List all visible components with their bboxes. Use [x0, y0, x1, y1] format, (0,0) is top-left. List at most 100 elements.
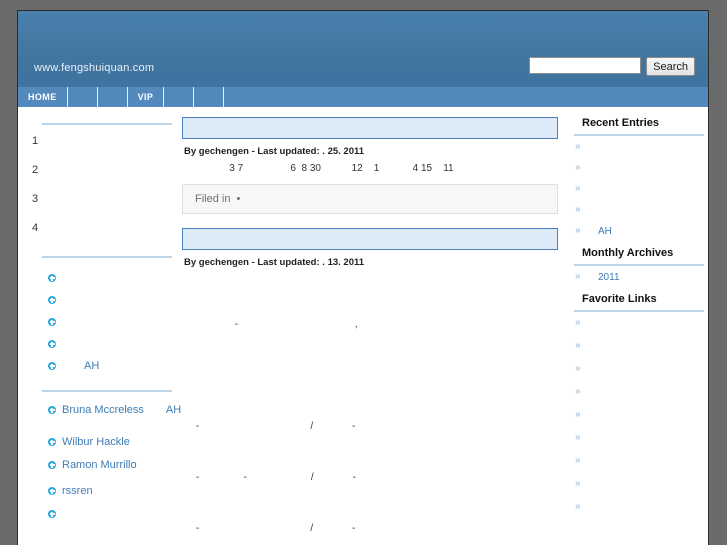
left-divider-2 [42, 256, 172, 258]
site-header: www.fengshuiquan.com Search [18, 11, 708, 87]
favorite-link-item-1[interactable]: » [574, 318, 698, 329]
left-numbered-item-1[interactable]: 1 [32, 135, 168, 147]
post-2-body: - , - / - - - / - - / - [182, 282, 558, 545]
favorite-links-list: » » » » » » » » » [574, 318, 698, 513]
plus-circle-icon [48, 318, 56, 326]
post-1-date: . 25. 2011 [322, 146, 365, 157]
content-columns: 1 2 3 4 AH Bruna Mccreless AH Wilbur Hac… [18, 107, 708, 545]
left-author-item-3[interactable]: Ramon Murrillo [48, 459, 168, 471]
left-link-list-2: Bruna Mccreless AH Wilbur Hackle Ramon Mu… [32, 404, 181, 471]
left-link-item-4[interactable] [48, 338, 168, 349]
right-sidebar: Recent Entries » » » » » AH Monthly Archi… [568, 107, 708, 545]
chevron-right-icon: » [575, 225, 581, 236]
browser-page-frame: www.fengshuiquan.com Search HOME VIP 1 2… [17, 10, 709, 545]
favorite-link-item-4[interactable]: » [574, 387, 698, 398]
recent-entry-item-2[interactable]: » [574, 163, 698, 174]
favorite-link-item-9[interactable]: » [574, 502, 698, 513]
nav-item-2[interactable] [68, 87, 98, 107]
left-numbered-item-2[interactable]: 2 [32, 164, 168, 176]
recent-entry-item-3[interactable]: » [574, 184, 698, 195]
left-link-label-5: AH [84, 360, 100, 372]
plus-circle-icon [48, 340, 56, 348]
left-sidebar: 1 2 3 4 AH Bruna Mccreless AH Wilbur Hac… [18, 107, 181, 545]
left-link-item-2[interactable] [48, 294, 168, 305]
left-feed-item-2[interactable] [48, 508, 168, 519]
left-numbered-list: 1 2 3 4 [32, 135, 168, 234]
favorite-links-divider [574, 310, 704, 312]
nav-item-vip[interactable]: VIP [128, 87, 165, 107]
favorite-link-item-3[interactable]: » [574, 364, 698, 375]
monthly-archives-list: » 2011 [574, 272, 698, 284]
nav-item-5[interactable] [164, 87, 195, 107]
left-author-item-2[interactable]: Wilbur Hackle [48, 436, 168, 448]
chevron-right-icon: » [575, 478, 581, 489]
chevron-right-icon: » [575, 162, 581, 173]
post-1-filed-bar: Filed in • [182, 184, 558, 214]
favorite-link-item-7[interactable]: » [574, 456, 698, 467]
monthly-archives-divider [574, 264, 704, 266]
left-link-list-3: rssren [32, 485, 168, 519]
recent-entries-list: » » » » » AH [574, 142, 698, 238]
main-content: By gechengen - Last updated: . 25. 2011 … [176, 107, 568, 545]
page-root: www.fengshuiquan.com Search HOME VIP 1 2… [0, 0, 727, 545]
plus-circle-icon [48, 438, 56, 446]
post-2-body-line-3: - / - [182, 421, 356, 432]
left-numbered-item-4[interactable]: 4 [32, 222, 168, 234]
search-button[interactable]: Search [646, 57, 695, 76]
nav-item-6[interactable] [194, 87, 225, 107]
plus-circle-icon [48, 296, 56, 304]
chevron-right-icon: » [575, 409, 581, 420]
left-divider-1 [42, 123, 172, 125]
left-link-item-1[interactable] [48, 272, 168, 283]
post-2-meta: By gechengen - Last updated: . 13. 2011 [184, 257, 558, 268]
left-author-item-1[interactable]: Bruna Mccreless AH [48, 404, 181, 416]
post-2-body-line-4: - - / - [182, 472, 356, 483]
nav-filler [224, 87, 708, 107]
recent-entry-item-1[interactable]: » [574, 142, 698, 153]
recent-entry-item-5[interactable]: » AH [574, 225, 698, 238]
recent-entries-divider [574, 134, 704, 136]
post-1-meta: By gechengen - Last updated: . 25. 2011 [184, 146, 558, 157]
plus-circle-icon [48, 487, 56, 495]
left-link-item-3[interactable] [48, 316, 168, 327]
left-feed-item-1[interactable]: rssren [48, 485, 168, 497]
chevron-right-icon: » [575, 141, 581, 152]
nav-item-3[interactable] [98, 87, 128, 107]
nav-item-home[interactable]: HOME [18, 87, 68, 107]
left-author-label-3: Ramon Murrillo [62, 459, 137, 471]
plus-circle-icon [48, 274, 56, 282]
post-1-filed-sep: • [236, 193, 241, 205]
left-link-item-5[interactable]: AH [48, 360, 168, 372]
plus-circle-icon [48, 461, 56, 469]
left-author-suffix-1: AH [165, 404, 182, 416]
chevron-right-icon: » [575, 317, 581, 328]
recent-entry-item-4[interactable]: » [574, 205, 698, 216]
left-numbered-label-4: 4 [32, 222, 39, 234]
post-2-title[interactable] [182, 228, 558, 250]
chevron-right-icon: » [575, 432, 581, 443]
left-author-label-1: Bruna Mccreless [62, 404, 144, 416]
left-numbered-label-3: 3 [32, 193, 39, 205]
search-input[interactable] [529, 57, 642, 74]
post-2: By gechengen - Last updated: . 13. 2011 … [182, 228, 558, 545]
post-1-numbers-row: 3 7 6 8 30 12 1 4 15 11 [182, 163, 454, 174]
left-feed-label-1: rssren [62, 485, 93, 497]
chevron-right-icon: » [575, 340, 581, 351]
post-1-filed-label: Filed in [195, 193, 231, 205]
post-1: By gechengen - Last updated: . 25. 2011 … [182, 117, 558, 214]
left-link-list-1: AH [32, 272, 168, 372]
chevron-right-icon: » [575, 386, 581, 397]
recent-entries-heading: Recent Entries [582, 117, 660, 129]
post-1-title[interactable] [182, 117, 558, 139]
favorite-link-item-6[interactable]: » [574, 433, 698, 444]
left-numbered-label-2: 2 [32, 164, 39, 176]
search-area: Search [529, 57, 695, 76]
post-2-body-line-1: - , [182, 319, 358, 330]
left-numbered-item-3[interactable]: 3 [32, 193, 168, 205]
favorite-link-item-5[interactable]: » [574, 410, 698, 421]
monthly-archive-label-1: 2011 [598, 272, 620, 283]
monthly-archives-heading: Monthly Archives [582, 247, 674, 259]
monthly-archive-item-1[interactable]: » 2011 [574, 272, 698, 284]
favorite-link-item-2[interactable]: » [574, 341, 698, 352]
favorite-link-item-8[interactable]: » [574, 479, 698, 490]
